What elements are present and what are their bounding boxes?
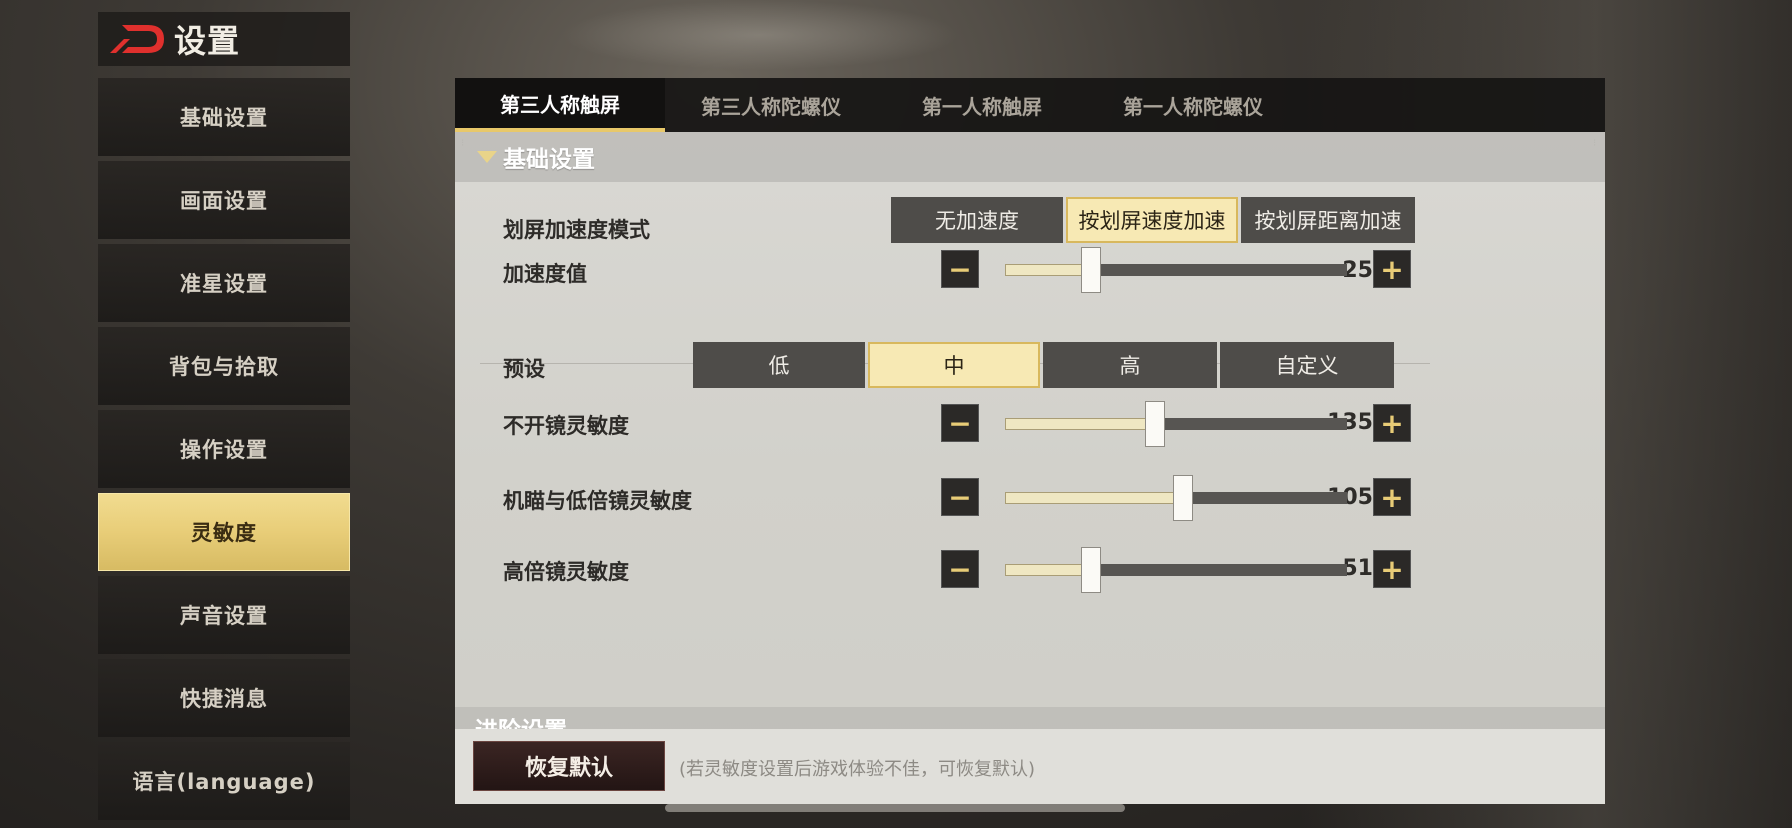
sidebar-item-language[interactable]: 语言(language): [98, 742, 350, 820]
background-light: [560, 0, 960, 70]
sidebar-item-controls[interactable]: 操作设置: [98, 410, 350, 488]
accel-mode-none-button[interactable]: 无加速度: [891, 197, 1063, 243]
reset-hint-text: (若灵敏度设置后游戏体验不佳，可恢复默认): [679, 759, 1036, 780]
preset-selector: 低 中 高 自定义: [693, 342, 1397, 388]
settings-header: 设置: [98, 12, 350, 66]
sidebar-item-sensitivity[interactable]: 灵敏度: [98, 493, 350, 571]
no-scope-plus-button[interactable]: +: [1373, 404, 1411, 442]
preset-medium-button[interactable]: 中: [868, 342, 1040, 388]
iron-sight-plus-button[interactable]: +: [1373, 478, 1411, 516]
accel-value-minus-button[interactable]: −: [941, 250, 979, 288]
slider-thumb[interactable]: [1080, 547, 1101, 593]
section-header-advanced[interactable]: 进阶设置: [455, 707, 1605, 729]
sidebar-item-sound[interactable]: 声音设置: [98, 576, 350, 654]
slider-fill: [1005, 418, 1156, 430]
accel-mode-distance-button[interactable]: 按划屏距离加速: [1241, 197, 1415, 243]
accel-mode-selector: 无加速度 按划屏速度加速 按划屏距离加速: [891, 197, 1418, 243]
minus-icon: −: [948, 252, 972, 286]
sensitivity-panel: ⁝ ⁝ 基础设置 划屏加速度模式 无加速度 按划屏速度加速 按划屏距离加速 加速…: [455, 132, 1605, 804]
sidebar-item-basic[interactable]: 基础设置: [98, 78, 350, 156]
mode-tabs: 第三人称触屏 第三人称陀螺仪 第一人称触屏 第一人称陀螺仪: [455, 78, 1605, 132]
minus-icon: −: [948, 480, 972, 514]
preset-custom-button[interactable]: 自定义: [1220, 342, 1394, 388]
sidebar-item-quick-messages[interactable]: 快捷消息: [98, 659, 350, 737]
slider-fill: [1005, 564, 1091, 576]
slider-thumb[interactable]: [1145, 401, 1166, 447]
section-title: 基础设置: [503, 147, 595, 173]
preset-label: 预设: [503, 357, 545, 381]
slider-fill: [1005, 264, 1091, 276]
tab-third-person-touch[interactable]: 第三人称触屏: [455, 78, 665, 132]
game-logo-icon: [110, 25, 164, 53]
horizontal-scrollbar[interactable]: [665, 804, 1125, 812]
tab-first-person-gyro[interactable]: 第一人称陀螺仪: [1087, 78, 1299, 132]
iron-sight-label: 机瞄与低倍镜灵敏度: [503, 489, 692, 513]
accel-value-plus-button[interactable]: +: [1373, 250, 1411, 288]
section-header-basic[interactable]: 基础设置: [455, 132, 1605, 182]
no-scope-slider[interactable]: [1005, 401, 1347, 447]
accel-value-label: 加速度值: [503, 262, 587, 286]
plus-icon: +: [1380, 406, 1404, 440]
plus-icon: +: [1380, 252, 1404, 286]
minus-icon: −: [948, 406, 972, 440]
footer-bar: 恢复默认 (若灵敏度设置后游戏体验不佳，可恢复默认): [455, 729, 1605, 804]
no-scope-label: 不开镜灵敏度: [503, 414, 629, 438]
accel-value-slider[interactable]: [1005, 247, 1347, 293]
minus-icon: −: [948, 552, 972, 586]
high-scope-minus-button[interactable]: −: [941, 550, 979, 588]
tab-third-person-gyro[interactable]: 第三人称陀螺仪: [665, 78, 877, 132]
preset-high-button[interactable]: 高: [1043, 342, 1217, 388]
sidebar-item-backpack[interactable]: 背包与拾取: [98, 327, 350, 405]
iron-sight-minus-button[interactable]: −: [941, 478, 979, 516]
plus-icon: +: [1380, 552, 1404, 586]
section-title: 进阶设置: [475, 711, 567, 729]
slider-fill: [1005, 492, 1183, 504]
high-scope-slider[interactable]: [1005, 547, 1347, 593]
preset-low-button[interactable]: 低: [693, 342, 865, 388]
reset-default-button[interactable]: 恢复默认: [473, 741, 665, 791]
sidebar-menu: 基础设置 画面设置 准星设置 背包与拾取 操作设置 灵敏度 声音设置 快捷消息 …: [98, 78, 350, 825]
slider-thumb[interactable]: [1172, 475, 1193, 521]
sidebar-item-crosshair[interactable]: 准星设置: [98, 244, 350, 322]
collapse-triangle-icon: [477, 151, 497, 163]
slider-thumb[interactable]: [1080, 247, 1101, 293]
tab-first-person-touch[interactable]: 第一人称触屏: [877, 78, 1087, 132]
high-scope-label: 高倍镜灵敏度: [503, 560, 629, 584]
iron-sight-slider[interactable]: [1005, 475, 1347, 521]
accel-mode-label: 划屏加速度模式: [503, 218, 650, 242]
high-scope-plus-button[interactable]: +: [1373, 550, 1411, 588]
page-title: 设置: [174, 22, 241, 60]
accel-mode-speed-button[interactable]: 按划屏速度加速: [1066, 197, 1238, 243]
sidebar-item-graphics[interactable]: 画面设置: [98, 161, 350, 239]
no-scope-minus-button[interactable]: −: [941, 404, 979, 442]
plus-icon: +: [1380, 480, 1404, 514]
